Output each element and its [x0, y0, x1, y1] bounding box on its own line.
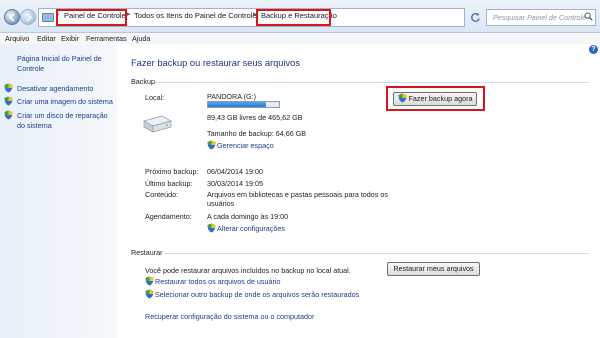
search-icon[interactable]: [584, 12, 593, 21]
drive-usage-bar: [207, 101, 280, 108]
help-icon[interactable]: ?: [589, 45, 598, 54]
menu-help[interactable]: Ajuda: [132, 34, 150, 43]
back-button[interactable]: [4, 9, 20, 25]
next-backup-value: 06/04/2014 19:00: [207, 167, 263, 176]
recover-system-link[interactable]: Recuperar configuração do sistema ou o c…: [145, 312, 314, 321]
control-panel-home-link[interactable]: Página Inicial do Painel de Controle: [17, 54, 115, 73]
last-backup-value: 30/03/2014 19:05: [207, 179, 263, 188]
location-label: Local:: [145, 93, 165, 102]
restore-description: Você pode restaurar arquivos incluídos n…: [145, 266, 351, 275]
shield-icon: [207, 140, 216, 150]
shield-icon: [4, 110, 13, 120]
forward-button[interactable]: [20, 9, 36, 25]
restore-all-users-link[interactable]: Restaurar todos os arquivos de usuário: [155, 277, 280, 286]
drive-usage-fill: [208, 102, 266, 107]
arrow-left-icon: [8, 13, 15, 22]
next-backup-label: Próximo backup:: [145, 167, 199, 176]
menu-view[interactable]: Exibir: [61, 34, 79, 43]
section-divider: [165, 253, 589, 254]
shield-icon: [207, 223, 216, 233]
control-panel-icon: [42, 13, 54, 22]
shield-icon: [145, 276, 154, 286]
disable-schedule-link[interactable]: Desativar agendamento: [17, 84, 93, 94]
restore-section-heading: Restaurar: [131, 248, 163, 257]
backup-size-text: Tamanho de backup: 64,66 GB: [207, 129, 307, 138]
shield-icon: [4, 96, 13, 106]
backup-section-heading: Backup: [131, 77, 155, 86]
highlight-box: [256, 9, 331, 26]
menu-edit[interactable]: Editar: [37, 34, 56, 43]
section-divider: [155, 82, 589, 83]
restore-my-files-button[interactable]: Restaurar meus arquivos: [387, 262, 480, 276]
search-placeholder: Pesquisar Painel de Controle: [493, 13, 587, 22]
menu-tools[interactable]: Ferramentas: [86, 34, 127, 43]
arrow-right-icon: [26, 13, 33, 22]
drive-name: PANDORA (G:): [207, 92, 256, 101]
contents-value: Arquivos em bibliotecas e pastas pessoai…: [207, 190, 388, 208]
hard-drive-icon: [143, 115, 172, 133]
highlight-box: [386, 86, 485, 111]
create-repair-disc-link[interactable]: Criar um disco de reparação do sistema: [17, 111, 115, 130]
breadcrumb-all-items[interactable]: Todos os Itens do Painel de Controle: [134, 11, 257, 20]
select-other-backup-link[interactable]: Selecionar outro backup de onde os arqui…: [155, 290, 359, 299]
schedule-label: Agendamento:: [145, 212, 192, 221]
contents-label: Conteúdo:: [145, 190, 179, 199]
chevron-right-icon[interactable]: ▸: [127, 10, 131, 18]
page-title: Fazer backup ou restaurar seus arquivos: [131, 58, 300, 68]
change-settings-link[interactable]: Alterar configurações: [217, 224, 285, 233]
manage-space-link[interactable]: Gerenciar espaço: [217, 141, 274, 150]
refresh-icon[interactable]: [470, 12, 481, 23]
highlight-box: [56, 9, 127, 26]
schedule-value: A cada domingo às 19:00: [207, 212, 289, 221]
shield-icon: [145, 289, 154, 299]
free-space-text: 89,43 GB livres de 465,62 GB: [207, 113, 303, 122]
shield-icon: [4, 83, 13, 93]
create-system-image-link[interactable]: Criar uma imagem do sistema: [17, 97, 113, 107]
menu-file[interactable]: Arquivo: [5, 34, 29, 43]
last-backup-label: Último backup:: [145, 179, 193, 188]
